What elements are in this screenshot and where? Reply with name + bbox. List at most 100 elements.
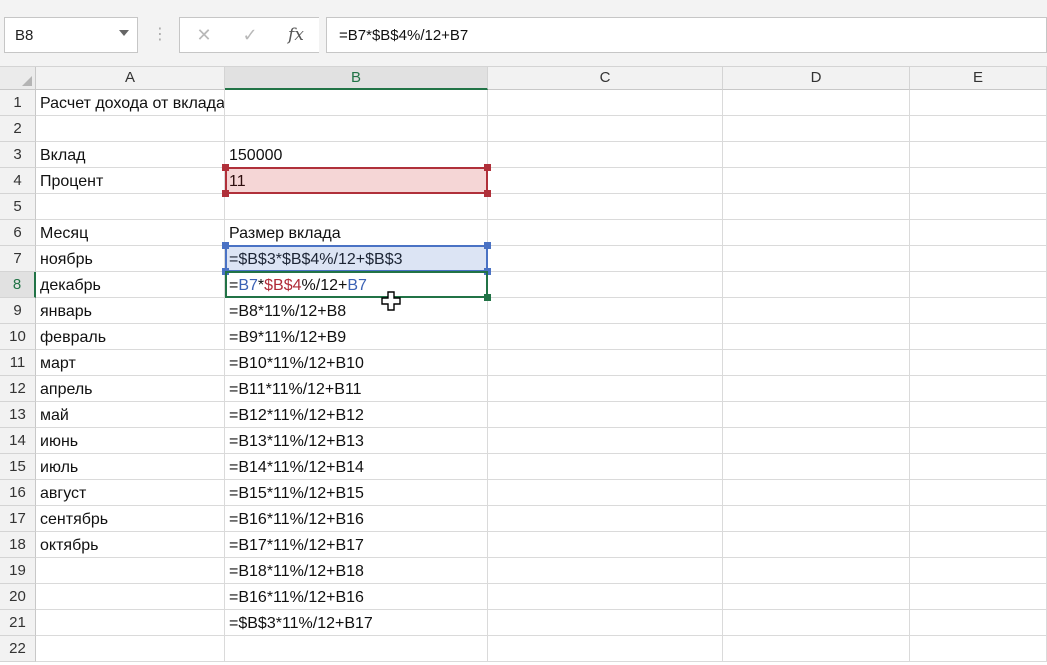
cell-c22[interactable] bbox=[488, 636, 723, 662]
cell-b18[interactable]: =B17*11%/12+B17 bbox=[225, 532, 488, 558]
row-header-11[interactable]: 11 bbox=[0, 350, 36, 376]
cell-e3[interactable] bbox=[910, 142, 1047, 168]
chevron-down-icon[interactable] bbox=[119, 30, 129, 36]
row-header-17[interactable]: 17 bbox=[0, 506, 36, 532]
cell-a13[interactable]: май bbox=[36, 402, 225, 428]
cell-e6[interactable] bbox=[910, 220, 1047, 246]
resize-handle[interactable] bbox=[484, 164, 491, 171]
drag-handle-icon[interactable]: ⋮ bbox=[152, 26, 168, 44]
cell-b13[interactable]: =B12*11%/12+B12 bbox=[225, 402, 488, 428]
cell-b10[interactable]: =B9*11%/12+B9 bbox=[225, 324, 488, 350]
cell-e14[interactable] bbox=[910, 428, 1047, 454]
cell-c3[interactable] bbox=[488, 142, 723, 168]
row-header-12[interactable]: 12 bbox=[0, 376, 36, 402]
cell-c12[interactable] bbox=[488, 376, 723, 402]
cell-c18[interactable] bbox=[488, 532, 723, 558]
resize-handle[interactable] bbox=[484, 190, 491, 197]
cell-e1[interactable] bbox=[910, 90, 1047, 116]
cell-d1[interactable] bbox=[723, 90, 910, 116]
cell-d2[interactable] bbox=[723, 116, 910, 142]
resize-handle[interactable] bbox=[222, 190, 229, 197]
resize-handle[interactable] bbox=[484, 242, 491, 249]
cell-a3[interactable]: Вклад bbox=[36, 142, 225, 168]
cell-b19[interactable]: =B18*11%/12+B18 bbox=[225, 558, 488, 584]
row-header-7[interactable]: 7 bbox=[0, 246, 36, 272]
cell-d16[interactable] bbox=[723, 480, 910, 506]
row-header-1[interactable]: 1 bbox=[0, 90, 36, 116]
cell-b12[interactable]: =B11*11%/12+B11 bbox=[225, 376, 488, 402]
cell-b17[interactable]: =B16*11%/12+B16 bbox=[225, 506, 488, 532]
cell-c2[interactable] bbox=[488, 116, 723, 142]
cell-e20[interactable] bbox=[910, 584, 1047, 610]
cell-e2[interactable] bbox=[910, 116, 1047, 142]
row-header-16[interactable]: 16 bbox=[0, 480, 36, 506]
cell-d4[interactable] bbox=[723, 168, 910, 194]
cell-c20[interactable] bbox=[488, 584, 723, 610]
cell-c11[interactable] bbox=[488, 350, 723, 376]
column-header-c[interactable]: C bbox=[488, 67, 723, 90]
cell-e19[interactable] bbox=[910, 558, 1047, 584]
column-header-b[interactable]: B bbox=[225, 67, 488, 90]
cell-c15[interactable] bbox=[488, 454, 723, 480]
cell-b15[interactable]: =B14*11%/12+B14 bbox=[225, 454, 488, 480]
fill-handle[interactable] bbox=[484, 294, 491, 301]
cell-d20[interactable] bbox=[723, 584, 910, 610]
cell-e9[interactable] bbox=[910, 298, 1047, 324]
cell-d3[interactable] bbox=[723, 142, 910, 168]
cell-c21[interactable] bbox=[488, 610, 723, 636]
cell-e12[interactable] bbox=[910, 376, 1047, 402]
cell-e22[interactable] bbox=[910, 636, 1047, 662]
cell-e8[interactable] bbox=[910, 272, 1047, 298]
cell-a1[interactable]: Расчет дохода от вклада bbox=[36, 90, 225, 116]
cell-c14[interactable] bbox=[488, 428, 723, 454]
cell-e4[interactable] bbox=[910, 168, 1047, 194]
cell-d19[interactable] bbox=[723, 558, 910, 584]
cell-b20[interactable]: =B16*11%/12+B16 bbox=[225, 584, 488, 610]
cell-b1[interactable] bbox=[225, 90, 488, 116]
cell-e10[interactable] bbox=[910, 324, 1047, 350]
row-header-13[interactable]: 13 bbox=[0, 402, 36, 428]
cell-a7[interactable]: ноябрь bbox=[36, 246, 225, 272]
row-header-22[interactable]: 22 bbox=[0, 636, 36, 662]
insert-function-icon[interactable]: fx bbox=[282, 24, 310, 46]
cell-a6[interactable]: Месяц bbox=[36, 220, 225, 246]
cell-a17[interactable]: сентябрь bbox=[36, 506, 225, 532]
cell-c8[interactable] bbox=[488, 272, 723, 298]
cell-e13[interactable] bbox=[910, 402, 1047, 428]
cell-c7[interactable] bbox=[488, 246, 723, 272]
column-header-a[interactable]: A bbox=[36, 67, 225, 90]
cell-b3[interactable]: 150000 bbox=[225, 142, 488, 168]
cell-a21[interactable] bbox=[36, 610, 225, 636]
cell-a9[interactable]: январь bbox=[36, 298, 225, 324]
cell-a11[interactable]: март bbox=[36, 350, 225, 376]
cell-e7[interactable] bbox=[910, 246, 1047, 272]
row-header-10[interactable]: 10 bbox=[0, 324, 36, 350]
cell-c9[interactable] bbox=[488, 298, 723, 324]
cell-d17[interactable] bbox=[723, 506, 910, 532]
cell-e18[interactable] bbox=[910, 532, 1047, 558]
cell-a15[interactable]: июль bbox=[36, 454, 225, 480]
resize-handle[interactable] bbox=[222, 242, 229, 249]
cell-b9[interactable]: =B8*11%/12+B8 bbox=[225, 298, 488, 324]
cell-b16[interactable]: =B15*11%/12+B15 bbox=[225, 480, 488, 506]
cell-b5[interactable] bbox=[225, 194, 488, 220]
column-header-e[interactable]: E bbox=[910, 67, 1047, 90]
cell-c10[interactable] bbox=[488, 324, 723, 350]
cell-a19[interactable] bbox=[36, 558, 225, 584]
cell-e5[interactable] bbox=[910, 194, 1047, 220]
cell-d8[interactable] bbox=[723, 272, 910, 298]
cell-a14[interactable]: июнь bbox=[36, 428, 225, 454]
name-box[interactable]: B8 bbox=[4, 17, 138, 53]
cell-b22[interactable] bbox=[225, 636, 488, 662]
row-header-5[interactable]: 5 bbox=[0, 194, 36, 220]
cell-a16[interactable]: август bbox=[36, 480, 225, 506]
cell-c19[interactable] bbox=[488, 558, 723, 584]
cell-d6[interactable] bbox=[723, 220, 910, 246]
column-header-d[interactable]: D bbox=[723, 67, 910, 90]
row-header-9[interactable]: 9 bbox=[0, 298, 36, 324]
enter-icon[interactable]: ✓ bbox=[236, 24, 264, 46]
cell-a12[interactable]: апрель bbox=[36, 376, 225, 402]
cell-b21[interactable]: =$B$3*11%/12+B17 bbox=[225, 610, 488, 636]
row-header-19[interactable]: 19 bbox=[0, 558, 36, 584]
cell-c5[interactable] bbox=[488, 194, 723, 220]
